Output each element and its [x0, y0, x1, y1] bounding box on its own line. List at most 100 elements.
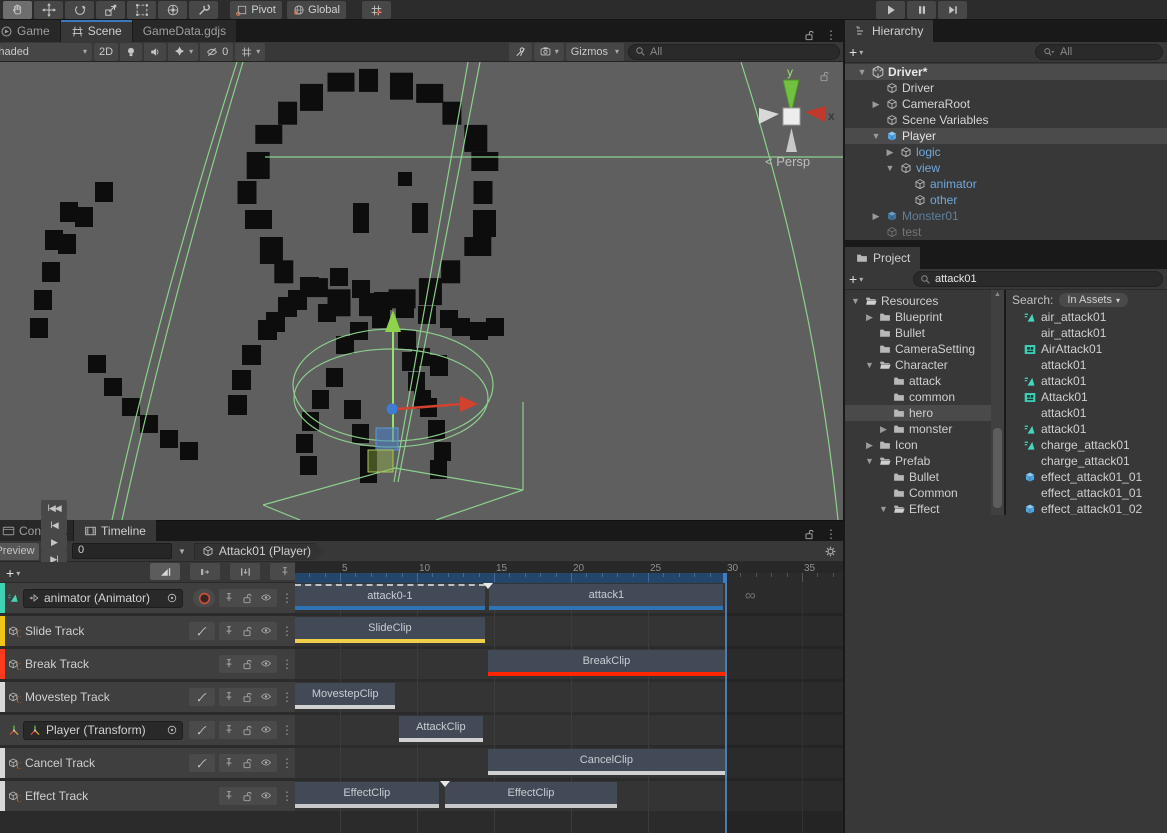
object-picker-icon[interactable] [166, 592, 178, 604]
eye-icon[interactable] [259, 692, 273, 703]
result-attack01[interactable]: attack01 [1006, 373, 1167, 389]
record-button[interactable] [193, 589, 215, 607]
scrollbar-thumb[interactable] [993, 428, 1002, 508]
hierarchy-search-input[interactable]: All [1035, 44, 1163, 60]
result-effect_attack01_02[interactable]: effect_attack01_02 [1006, 501, 1167, 515]
scene-viewport[interactable]: y x < Persp [0, 62, 843, 520]
timeline-clip[interactable]: EffectClip [295, 782, 439, 808]
result-air_attack01[interactable]: air_attack01 [1006, 325, 1167, 341]
result-attack01[interactable]: Attack01 [1006, 389, 1167, 405]
prev-frame-button[interactable]: Ι◀ [41, 517, 67, 534]
folder-monster[interactable]: ▶monster [845, 421, 991, 437]
custom-tool-button[interactable] [189, 1, 218, 19]
timeline-clip[interactable]: BreakClip [488, 650, 725, 676]
hierarchy-item-logic[interactable]: ▶logic [845, 144, 1167, 160]
tab-project[interactable]: Project [845, 247, 921, 269]
step-button[interactable] [938, 1, 967, 19]
frame-field[interactable]: 0 [72, 543, 172, 559]
track-menu-kebab[interactable]: ⋮ [281, 624, 291, 638]
expander-arrow[interactable]: ▼ [870, 131, 882, 141]
result-attack01[interactable]: attack01 [1006, 357, 1167, 373]
pin-icon[interactable] [224, 625, 235, 637]
track-slide-track[interactable]: {}Slide Track⋮ [0, 616, 295, 646]
grid-visibility-dropdown[interactable]: ▾ [235, 43, 265, 61]
gizmo-lock-icon[interactable] [818, 70, 830, 83]
hand-tool-button[interactable] [3, 1, 32, 19]
folder-hero[interactable]: hero [845, 405, 991, 421]
to-start-button[interactable]: Ι◀◀ [41, 500, 67, 517]
lock-icon[interactable] [241, 790, 253, 803]
track-menu-kebab[interactable]: ⋮ [281, 657, 291, 671]
timeline-clip[interactable]: attack0-1 [295, 584, 485, 610]
clip-lanes[interactable]: attack0-1attack1SlideClipBreakClipMovest… [295, 583, 843, 833]
transform-tool-button[interactable] [158, 1, 187, 19]
pin-icon[interactable] [224, 592, 235, 604]
eye-icon[interactable] [259, 758, 273, 769]
expander-arrow[interactable]: ▼ [878, 504, 889, 514]
hierarchy-item-other[interactable]: other [845, 192, 1167, 208]
expander-arrow[interactable]: ▼ [850, 296, 861, 306]
timeline-ruler[interactable]: 5101520253035 [295, 562, 843, 583]
tab-hierarchy[interactable]: Hierarchy [845, 20, 934, 42]
eye-icon[interactable] [259, 791, 273, 802]
audio-toggle[interactable] [144, 43, 166, 61]
result-charge_attack01[interactable]: charge_attack01 [1006, 437, 1167, 453]
track-binding-field[interactable]: animator (Animator) [23, 589, 183, 608]
track-menu-kebab[interactable]: ⋮ [281, 789, 291, 803]
frame-dropdown-arrow[interactable]: ▼ [178, 547, 186, 556]
shading-dropdown[interactable]: Shaded▾ [0, 43, 92, 61]
project-search-input[interactable]: attack01 [913, 271, 1163, 287]
track-menu-kebab[interactable]: ⋮ [281, 591, 291, 605]
track-binding-field[interactable]: Player (Transform) [23, 721, 183, 740]
effects-dropdown[interactable]: ▾ [168, 43, 198, 61]
hierarchy-item-monster01[interactable]: ▶Monster01 [845, 208, 1167, 224]
folder-camerasetting[interactable]: CameraSetting [845, 341, 991, 357]
hierarchy-add-button[interactable]: + ▾ [849, 44, 863, 60]
expander-arrow[interactable]: ▼ [884, 163, 896, 173]
hierarchy-item-animator[interactable]: animator [845, 176, 1167, 192]
2d-toggle[interactable]: 2D [94, 43, 118, 61]
result-effect_attack01_01[interactable]: effect_attack01_01 [1006, 485, 1167, 501]
playhead-line[interactable] [725, 583, 727, 833]
track-menu-kebab[interactable]: ⋮ [281, 690, 291, 704]
expander-arrow[interactable]: ▶ [878, 424, 889, 435]
timeline-clip[interactable]: EffectClip [445, 782, 617, 808]
eye-icon[interactable] [259, 725, 273, 736]
global-toggle[interactable]: Global [287, 1, 346, 19]
track-animator-animator-[interactable]: animator (Animator) ⋮ [0, 583, 295, 613]
pause-button[interactable] [907, 1, 936, 19]
lock-icon[interactable] [241, 658, 253, 671]
lock-icon[interactable] [241, 757, 253, 770]
lock-icon[interactable] [241, 625, 253, 638]
result-attack01[interactable]: attack01 [1006, 405, 1167, 421]
timeline-clip[interactable]: SlideClip [295, 617, 485, 643]
clip-boundary-marker[interactable] [440, 781, 450, 787]
insert-mode-button[interactable] [230, 563, 260, 580]
folder-character[interactable]: ▼Character [845, 357, 991, 373]
folder-blueprint[interactable]: ▶Blueprint [845, 309, 991, 325]
track-break-track[interactable]: {}Break Track⋮ [0, 649, 295, 679]
track-player-transform-[interactable]: Player (Transform) ⋮ [0, 715, 295, 745]
persp-label[interactable]: < Persp [765, 154, 810, 169]
scene-visibility-toggle[interactable]: 0 [200, 43, 233, 61]
play-button[interactable] [876, 1, 905, 19]
pin-icon[interactable] [224, 658, 235, 670]
lock-icon[interactable] [241, 691, 253, 704]
eye-icon[interactable] [259, 593, 273, 604]
preview-toggle[interactable]: Preview [0, 543, 39, 560]
result-airattack01[interactable]: AirAttack01 [1006, 341, 1167, 357]
result-effect_attack01_01[interactable]: effect_attack01_01 [1006, 469, 1167, 485]
rect-tool-button[interactable] [127, 1, 156, 19]
scene-camera-dropdown[interactable]: ▾ [534, 43, 564, 61]
pivot-toggle[interactable]: Pivot [230, 1, 281, 19]
pin-icon[interactable] [224, 724, 235, 736]
expander-arrow[interactable]: ▼ [864, 456, 875, 466]
project-add-button[interactable]: + ▾ [849, 271, 863, 287]
hierarchy-item-cameraroot[interactable]: ▶CameraRoot [845, 96, 1167, 112]
scale-tool-button[interactable] [96, 1, 125, 19]
track-menu-kebab[interactable]: ⋮ [281, 723, 291, 737]
track-movestep-track[interactable]: {}Movestep Track⋮ [0, 682, 295, 712]
timeline-clip[interactable]: MovestepClip [295, 683, 395, 709]
result-air_attack01[interactable]: air_attack01 [1006, 309, 1167, 325]
expander-arrow[interactable]: ▶ [870, 99, 882, 110]
